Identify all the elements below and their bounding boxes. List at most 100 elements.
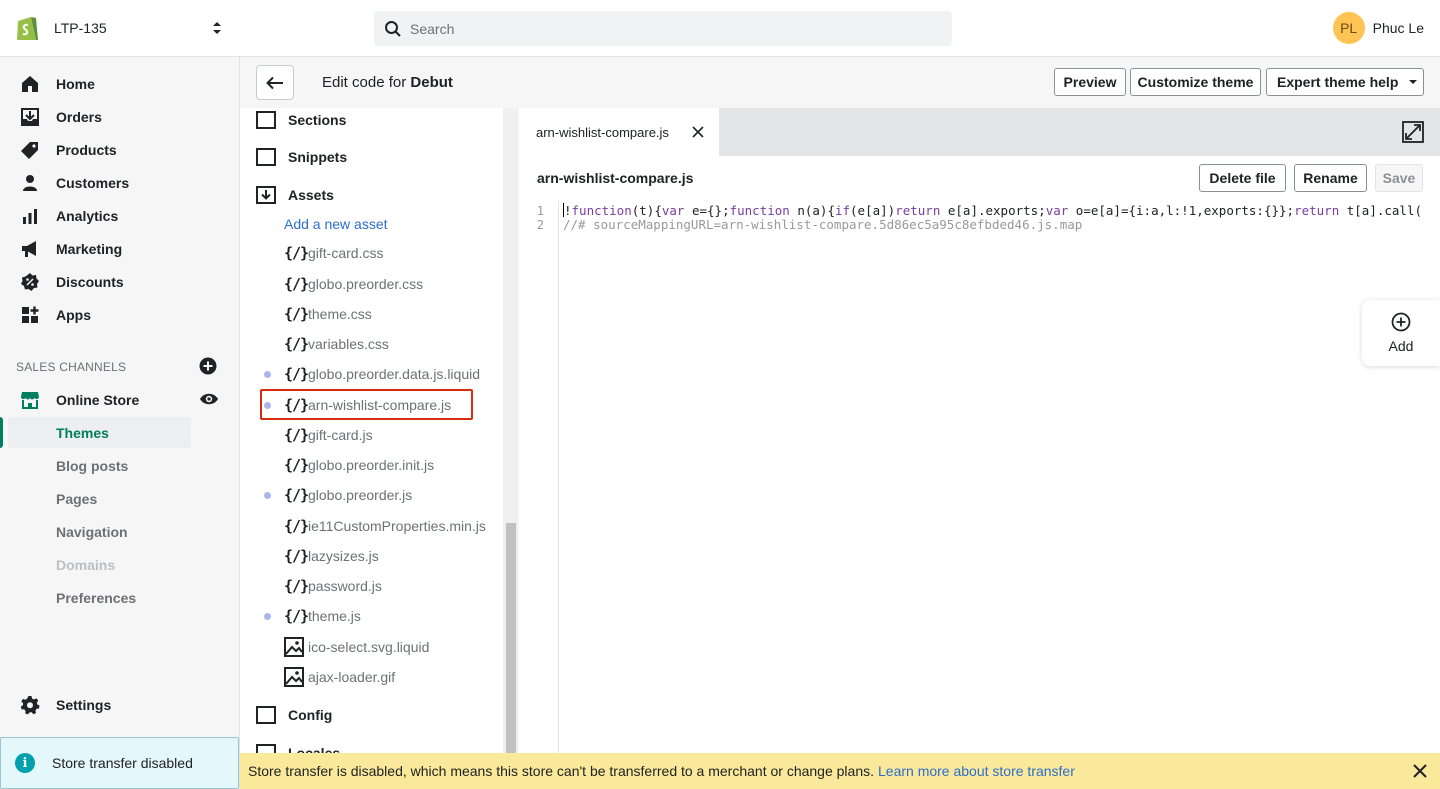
sidebar-item-orders[interactable]: Orders [0, 100, 240, 133]
selector-icon [213, 22, 221, 34]
sidebar-item-products[interactable]: Products [0, 133, 240, 166]
tab-arn-wishlist-compare[interactable]: arn-wishlist-compare.js [519, 108, 719, 156]
editor-tab-bar: arn-wishlist-compare.js [519, 108, 1440, 156]
folder-assets[interactable]: Assets [256, 182, 334, 208]
folder-snippets[interactable]: Snippets [256, 144, 347, 170]
line-number: 2 [536, 218, 544, 232]
file-password-js[interactable]: {/} password.js [284, 573, 382, 599]
delete-file-button[interactable]: Delete file [1199, 164, 1286, 192]
sidebar-item-label: Marketing [56, 240, 123, 257]
add-sales-channel-icon[interactable] [199, 357, 217, 375]
file-theme-css[interactable]: {/} theme.css [284, 301, 372, 327]
sidebar-item-label: Online Store [56, 391, 140, 408]
store-icon [20, 390, 40, 410]
code-file-icon: {/} [284, 426, 309, 444]
close-icon[interactable] [691, 125, 705, 139]
user-menu[interactable]: PL Phuc Le [1332, 12, 1424, 44]
folder-icon [256, 148, 276, 166]
sidebar-subitem-pages[interactable]: Pages [8, 483, 191, 514]
scrollbar-thumb[interactable] [506, 523, 516, 753]
search-bar[interactable] [374, 11, 952, 46]
folder-locales[interactable]: Locales [256, 740, 340, 753]
back-button[interactable] [256, 65, 294, 100]
code-file-icon: {/} [284, 486, 309, 504]
info-icon: i [15, 753, 35, 773]
line-number-gutter: 1 2 [519, 201, 559, 753]
expand-icon[interactable] [1402, 121, 1424, 143]
code-file-icon: {/} [284, 365, 309, 383]
code-file-icon: {/} [284, 577, 309, 595]
add-new-asset-link[interactable]: Add a new asset [284, 216, 388, 232]
sidebar: Home Orders Products Customers Analytics… [0, 57, 240, 789]
close-icon[interactable] [1412, 763, 1428, 779]
folder-config[interactable]: Config [256, 702, 332, 728]
expert-theme-help-button[interactable]: Expert theme help [1266, 68, 1424, 96]
sidebar-item-label: Settings [56, 696, 112, 713]
code-file-icon: {/} [284, 547, 309, 565]
file-globo-preorder-css[interactable]: {/} globo.preorder.css [284, 271, 423, 297]
file-gift-card-css[interactable]: {/} gift-card.css [284, 240, 383, 266]
folder-icon [256, 706, 276, 724]
file-name: globo.preorder.data.js.liquid [308, 366, 481, 382]
file-ie11customproperties-min-js[interactable]: {/} ie11CustomProperties.min.js [284, 513, 486, 539]
store-transfer-banner: Store transfer is disabled, which means … [240, 753, 1440, 789]
folder-sections[interactable]: Sections [256, 108, 346, 133]
sidebar-item-marketing[interactable]: Marketing [0, 232, 240, 265]
file-header: arn-wishlist-compare.js Delete file Rena… [519, 156, 1440, 200]
file-name: globo.preorder.js [308, 487, 413, 503]
modified-dot [264, 613, 271, 620]
sidebar-item-label: Home [56, 75, 95, 92]
sidebar-subitem-navigation[interactable]: Navigation [8, 516, 191, 547]
person-icon [20, 173, 40, 193]
discount-icon [20, 272, 40, 292]
file-name: lazysizes.js [308, 548, 379, 564]
file-globo-preorder-init-js[interactable]: {/} globo.preorder.init.js [284, 452, 434, 478]
sidebar-item-discounts[interactable]: Discounts [0, 265, 240, 298]
sidebar-item-analytics[interactable]: Analytics [0, 199, 240, 232]
file-lazysizes-js[interactable]: {/} lazysizes.js [284, 543, 379, 569]
code-line-2: //# sourceMappingURL=arn-wishlist-compar… [563, 217, 1083, 232]
add-panel-button[interactable]: Add [1362, 300, 1440, 366]
top-bar: LTP-135 PL Phuc Le [0, 0, 1440, 57]
line-number: 1 [536, 204, 544, 218]
sidebar-item-customers[interactable]: Customers [0, 166, 240, 199]
preview-button[interactable]: Preview [1054, 68, 1126, 96]
file-theme-js[interactable]: {/} theme.js [284, 603, 361, 629]
sidebar-item-settings[interactable]: Settings [0, 688, 240, 721]
bar-chart-icon [20, 206, 40, 226]
code-file-icon: {/} [284, 456, 309, 474]
eye-icon[interactable] [199, 391, 219, 407]
file-name: theme.css [308, 306, 372, 322]
folder-label: Assets [288, 187, 334, 203]
file-globo-preorder-js[interactable]: {/} globo.preorder.js [284, 482, 412, 508]
code-file-icon: {/} [284, 517, 309, 535]
sidebar-subitem-preferences[interactable]: Preferences [8, 582, 191, 613]
folder-icon [256, 111, 276, 129]
sidebar-item-apps[interactable]: Apps [0, 298, 240, 331]
sidebar-subitem-themes[interactable]: Themes [8, 417, 191, 448]
customize-theme-button[interactable]: Customize theme [1130, 68, 1261, 96]
store-name: LTP-135 [54, 20, 107, 36]
code-file-icon: {/} [284, 305, 309, 323]
store-switcher[interactable]: LTP-135 [14, 12, 224, 44]
sidebar-subitem-blog-posts[interactable]: Blog posts [8, 450, 191, 481]
sidebar-item-label: Discounts [56, 273, 124, 290]
file-name: globo.preorder.css [308, 276, 424, 292]
arrow-left-icon [266, 76, 283, 89]
file-name: theme.js [308, 608, 361, 624]
modified-dot [264, 492, 271, 499]
rename-button[interactable]: Rename [1294, 164, 1367, 192]
file-name: gift-card.js [308, 427, 373, 443]
banner-text: Store transfer is disabled, which means … [248, 763, 1075, 779]
file-gift-card-js[interactable]: {/} gift-card.js [284, 422, 373, 448]
code-editor[interactable]: 1 2 !function(t){var e={};function n(a){… [519, 200, 1440, 753]
file-ajax-loader-gif[interactable]: ajax-loader.gif [284, 664, 395, 690]
code-line-1: !function(t){var e={};function n(a){if(e… [563, 203, 1423, 218]
search-input[interactable] [410, 20, 930, 37]
megaphone-icon [20, 239, 40, 259]
file-globo-preorder-data-js-liquid[interactable]: {/} globo.preorder.data.js.liquid [284, 361, 480, 387]
file-ico-select-svg-liquid[interactable]: ico-select.svg.liquid [284, 634, 429, 660]
learn-more-link[interactable]: Learn more about store transfer [878, 763, 1075, 779]
sidebar-item-home[interactable]: Home [0, 67, 240, 100]
file-variables-css[interactable]: {/} variables.css [284, 331, 389, 357]
